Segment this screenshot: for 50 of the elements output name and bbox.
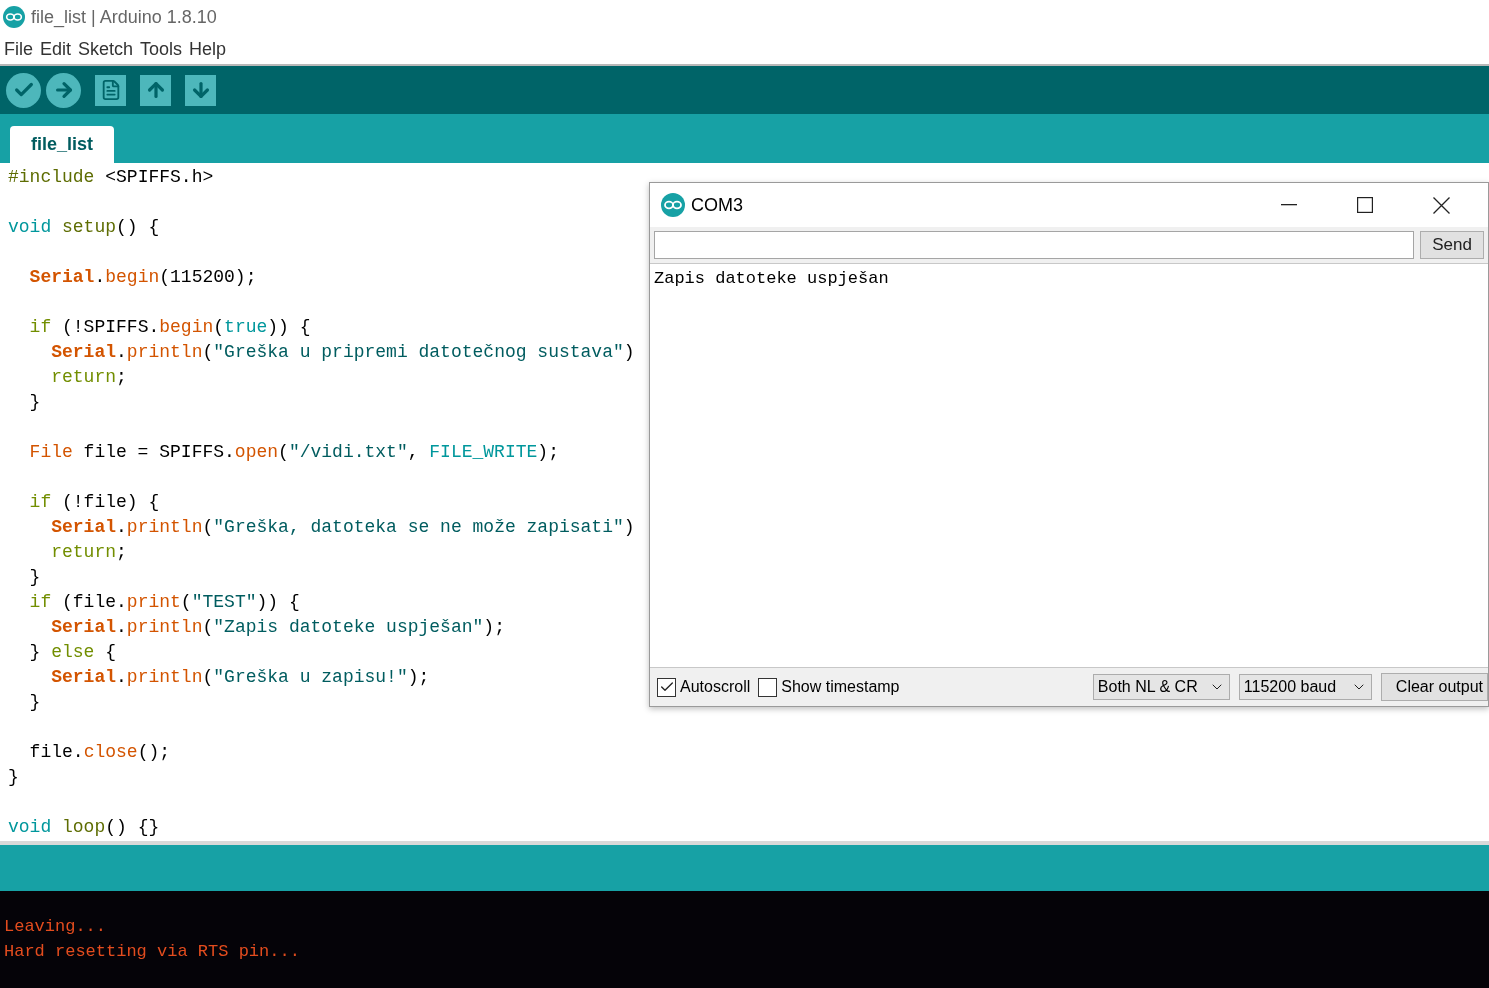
- minimize-icon: [1281, 204, 1297, 206]
- checkbox[interactable]: [657, 677, 676, 697]
- window-title: file_list | Arduino 1.8.10: [31, 6, 217, 28]
- output-line: Zapis datoteke uspješan: [654, 268, 890, 290]
- code-line: return;: [50, 366, 127, 389]
- code-line: Serial.begin(115200);: [28, 266, 257, 289]
- logo-icon: [661, 193, 685, 217]
- code-line: if (file.print("TEST")) {: [28, 591, 300, 614]
- input-field[interactable]: [654, 231, 1414, 259]
- code-line: Serial.println("Greška u pripremi datotečnog sustava"): [50, 341, 635, 364]
- checkbox-label: Show timestamp: [781, 678, 900, 696]
- new-button[interactable]: [95, 74, 126, 106]
- code-line: }: [8, 766, 19, 789]
- line-ending-dropdown[interactable]: Both NL & CR: [1092, 674, 1230, 700]
- console-line: Leaving...: [4, 916, 108, 938]
- console-line: Hard resetting via RTS pin...: [4, 941, 301, 963]
- code-line: File file = SPIFFS.open("/vidi.txt", FILE_WRITE);: [28, 441, 559, 464]
- send-button[interactable]: Send: [1420, 231, 1484, 259]
- code-line: file.close();: [28, 741, 171, 764]
- code-line: if (!SPIFFS.begin(true)) {: [28, 316, 311, 339]
- verify-button[interactable]: [6, 72, 41, 108]
- code-line: return;: [50, 541, 127, 564]
- code-line: void setup() {: [8, 216, 160, 239]
- code-line: void loop() {}: [8, 816, 160, 839]
- code-line: }: [28, 391, 41, 414]
- code-line: #include <SPIFFS.h>: [8, 166, 214, 189]
- menu-item[interactable]: Sketch: [78, 38, 134, 60]
- code-line: } else {: [28, 641, 117, 664]
- open-button[interactable]: [140, 74, 171, 106]
- code-line: Serial.println("Greška u zapisu!");: [50, 666, 430, 689]
- checkbox[interactable]: [758, 677, 778, 697]
- menu-item[interactable]: File: [4, 38, 33, 60]
- close-icon: [1432, 196, 1450, 214]
- save-button[interactable]: [185, 74, 216, 106]
- logo-icon: [3, 6, 25, 28]
- checkbox-label: Autoscroll: [680, 678, 751, 696]
- code-line: }: [28, 691, 41, 714]
- baud-rate-dropdown[interactable]: 115200 baud: [1238, 674, 1372, 700]
- upload-button[interactable]: [46, 72, 81, 108]
- code-line: Serial.println("Zapis datoteke uspješan");: [50, 616, 505, 639]
- sketch-tab[interactable]: file_list: [10, 126, 115, 163]
- clear-output-button[interactable]: Clear output: [1380, 673, 1488, 701]
- code-line: Serial.println("Greška, datoteka se ne može zapisati"): [50, 516, 635, 539]
- code-line: }: [28, 566, 41, 589]
- window-title: COM3: [691, 194, 744, 216]
- menu-item[interactable]: Help: [189, 38, 227, 60]
- maximize-icon: [1357, 197, 1373, 213]
- menu-item[interactable]: Edit: [40, 38, 72, 60]
- code-line: if (!file) {: [28, 491, 160, 514]
- menu-item[interactable]: Tools: [140, 38, 183, 60]
